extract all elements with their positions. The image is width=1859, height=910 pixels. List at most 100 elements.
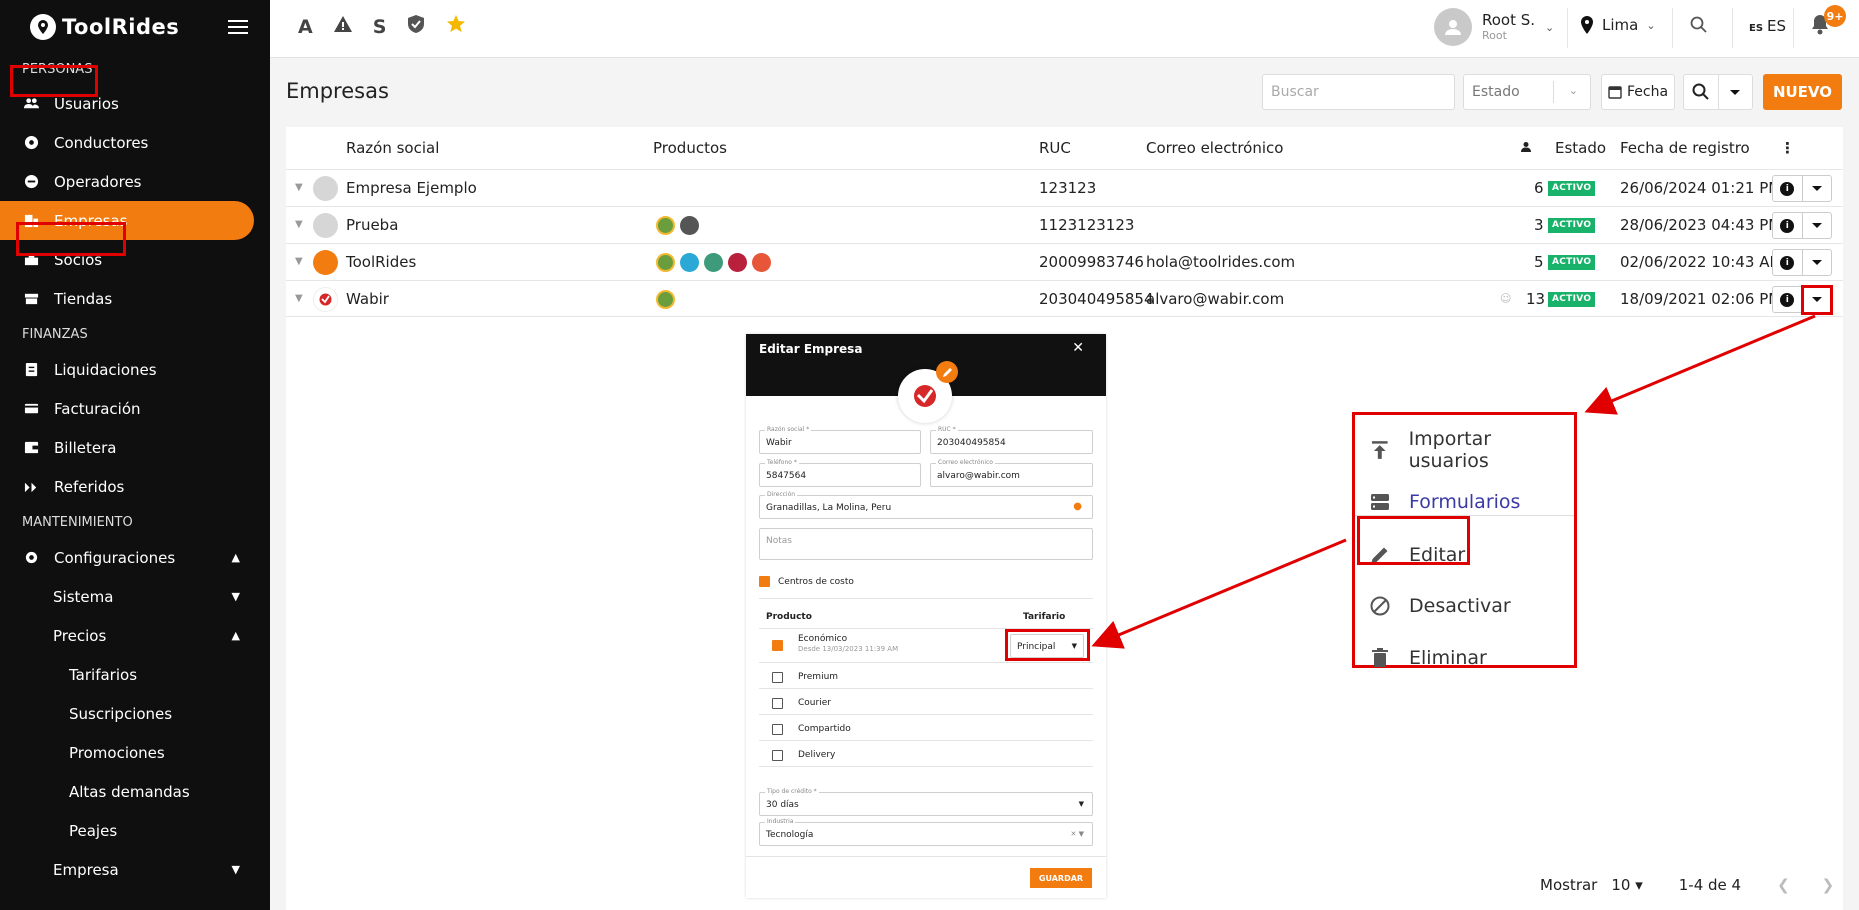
users-count: 5 xyxy=(1534,253,1544,271)
search-icon[interactable] xyxy=(1690,16,1708,38)
sidebar-item-label: Facturación xyxy=(54,399,141,418)
sidebar-item-suscripciones[interactable]: Suscripciones xyxy=(0,694,270,733)
industry-select[interactable]: Industria Tecnología ✕ ▼ xyxy=(759,818,1093,846)
forms-icon xyxy=(1371,494,1389,510)
page-range: 1-4 de 4 xyxy=(1678,876,1742,894)
sidebar-item-conductores[interactable]: Conductores xyxy=(0,123,270,162)
sidebar-item-tarifarios[interactable]: Tarifarios xyxy=(0,655,270,694)
table-row[interactable]: ▼ ToolRides 20009983746 hola@toolrides.c… xyxy=(286,243,1843,280)
credit-type-select[interactable]: Tipo de crédito * 30 días ▼ xyxy=(759,788,1093,816)
shortcut-a[interactable]: A xyxy=(298,16,313,38)
product-checkbox-compartido[interactable] xyxy=(772,724,783,735)
menu-item-desactivar[interactable]: Desactivar xyxy=(1369,591,1511,621)
sidebar-item-sistema[interactable]: Sistema ▼ xyxy=(0,577,270,616)
company-name: Wabir xyxy=(346,290,389,308)
caret-down-icon: ▼ xyxy=(1078,800,1084,808)
product-checkbox-economico[interactable] xyxy=(772,640,783,651)
table-row[interactable]: ▼ Empresa Ejemplo 123123 6 ACTIVO 26/06/… xyxy=(286,169,1843,206)
divider xyxy=(1553,81,1554,103)
headset-icon xyxy=(22,173,40,191)
search-input[interactable]: Buscar xyxy=(1262,74,1455,110)
sidebar-item-altas-demandas[interactable]: Altas demandas xyxy=(0,772,270,811)
sidebar-item-peajes[interactable]: Peajes xyxy=(0,811,270,850)
city-selector[interactable]: Lima ⌄ xyxy=(1580,16,1656,34)
language-selector[interactable]: ES ES xyxy=(1749,17,1786,35)
user-menu[interactable]: Root S. Root ⌄ xyxy=(1434,8,1554,46)
column-header-ruc[interactable]: RUC xyxy=(1039,127,1071,169)
sidebar-item-tiendas[interactable]: Tiendas xyxy=(0,279,270,318)
star-icon[interactable] xyxy=(446,14,466,39)
razon-field[interactable]: Razón social * Wabir xyxy=(759,426,921,454)
sidebar-item-facturacion[interactable]: Facturación xyxy=(0,389,270,428)
table-row[interactable]: ▼ Prueba 1123123123 3 ACTIVO 28/06/2023 … xyxy=(286,206,1843,243)
sidebar-item-billetera[interactable]: Billetera xyxy=(0,428,270,467)
expand-chevron-icon[interactable]: ▼ xyxy=(295,244,303,280)
notes-field[interactable]: Notas xyxy=(759,528,1093,560)
product-checkbox-premium[interactable] xyxy=(772,672,783,683)
menu-toggle-icon[interactable] xyxy=(228,16,248,38)
expand-chevron-icon[interactable]: ▼ xyxy=(295,170,303,206)
next-page-icon[interactable]: ❯ xyxy=(1822,876,1835,894)
pagination: Mostrar 10 ▾ 1-4 de 4 ❮ ❯ xyxy=(1540,876,1834,894)
cost-centers-label: Centros de costo xyxy=(778,577,854,587)
users-count: 13 xyxy=(1526,290,1546,308)
highlight-personas xyxy=(10,65,98,97)
info-button[interactable]: i xyxy=(1773,250,1802,275)
menu-item-formularios[interactable]: Formularios xyxy=(1369,487,1520,517)
rows-per-page-select[interactable]: 10 ▾ xyxy=(1611,876,1642,894)
column-header-correo[interactable]: Correo electrónico xyxy=(1146,127,1283,169)
column-header-razon[interactable]: Razón social xyxy=(346,127,439,169)
table-row[interactable]: ▼ Wabir 203040495854 alvaro@wabir.com ☺ … xyxy=(286,280,1843,317)
column-options-icon[interactable]: ⋮ xyxy=(1780,127,1795,169)
save-button[interactable]: GUARDAR xyxy=(1030,868,1092,888)
edit-logo-pencil-icon[interactable] xyxy=(936,361,958,383)
info-button[interactable]: i xyxy=(1773,176,1802,201)
address-field[interactable]: Dirección Granadillas, La Molina, Peru ● xyxy=(759,491,1093,519)
expand-chevron-icon[interactable]: ▼ xyxy=(295,207,303,243)
sidebar-item-empresa[interactable]: Empresa ▼ xyxy=(0,850,270,889)
sidebar-item-precios[interactable]: Precios ▲ xyxy=(0,616,270,655)
row-menu-button[interactable] xyxy=(1801,250,1832,275)
column-header-estado[interactable]: Estado xyxy=(1555,127,1606,169)
shortcut-s[interactable]: S xyxy=(373,16,387,38)
product-checkbox-delivery[interactable] xyxy=(772,750,783,761)
sidebar-item-label: Peajes xyxy=(69,821,118,840)
new-button[interactable]: NUEVO xyxy=(1763,74,1842,110)
info-button[interactable]: i xyxy=(1773,287,1802,312)
chevron-down-icon: ▼ xyxy=(231,590,240,603)
product-checkbox-courier[interactable] xyxy=(772,698,783,709)
row-menu-button[interactable] xyxy=(1801,176,1832,201)
row-action-group: i xyxy=(1772,175,1832,202)
sidebar-item-label: Sistema xyxy=(53,587,114,606)
sidebar-item-label: Suscripciones xyxy=(69,704,173,723)
logo[interactable]: ToolRides xyxy=(30,14,179,40)
ruc-field[interactable]: RUC * 203040495854 xyxy=(930,426,1093,454)
search-options-button[interactable] xyxy=(1717,75,1753,109)
section-finanzas: FINANZAS xyxy=(22,326,88,342)
cost-centers-checkbox[interactable] xyxy=(759,576,770,587)
sidebar-item-configuraciones[interactable]: Configuraciones ▲ xyxy=(0,538,270,577)
column-header-productos[interactable]: Productos xyxy=(653,127,727,169)
sidebar-item-operadores[interactable]: Operadores xyxy=(0,162,270,201)
warning-icon[interactable] xyxy=(333,14,353,39)
users-count-icon[interactable] xyxy=(1520,127,1532,169)
phone-field[interactable]: Teléfono * 5847564 xyxy=(759,459,921,487)
expand-chevron-icon[interactable]: ▼ xyxy=(295,281,303,317)
menu-item-importar-usuarios[interactable]: Importar usuarios xyxy=(1369,428,1574,472)
date-filter-button[interactable]: Fecha xyxy=(1601,74,1675,110)
email-field[interactable]: Correo electrónico alvaro@wabir.com xyxy=(930,459,1093,487)
search-button[interactable] xyxy=(1684,75,1718,109)
shield-check-icon[interactable] xyxy=(406,14,426,39)
column-header-fecha[interactable]: Fecha de registro xyxy=(1620,127,1750,169)
info-button[interactable]: i xyxy=(1773,213,1802,238)
close-icon[interactable]: ✕ xyxy=(1072,340,1084,356)
row-menu-button[interactable] xyxy=(1801,213,1832,238)
caret-down-icon xyxy=(1811,186,1822,191)
estado-select[interactable]: Estado ⌄ xyxy=(1463,74,1591,110)
sidebar-item-liquidaciones[interactable]: Liquidaciones xyxy=(0,350,270,389)
menu-item-eliminar[interactable]: Eliminar xyxy=(1369,643,1487,673)
prev-page-icon[interactable]: ❮ xyxy=(1777,876,1790,894)
sidebar-item-promociones[interactable]: Promociones xyxy=(0,733,270,772)
sidebar-item-referidos[interactable]: Referidos xyxy=(0,467,270,506)
status-badge: ACTIVO xyxy=(1548,218,1596,233)
